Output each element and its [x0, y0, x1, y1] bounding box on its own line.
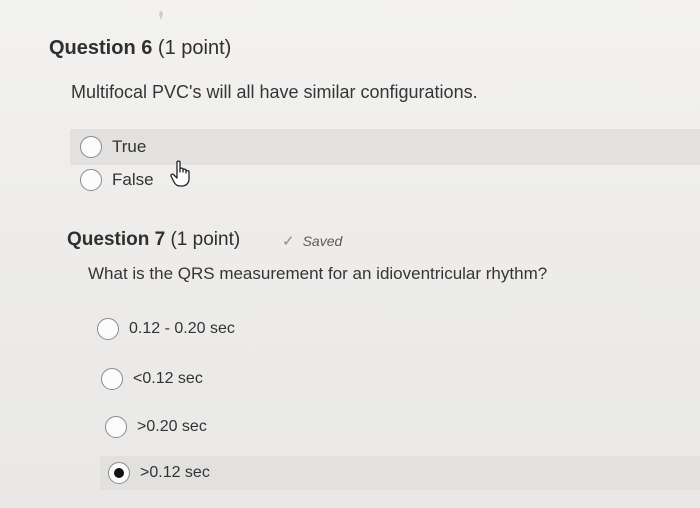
option-label: <0.12 sec	[133, 370, 203, 387]
speck-decoration	[159, 10, 163, 20]
radio-button[interactable]	[80, 169, 102, 191]
radio-button[interactable]	[101, 368, 123, 390]
radio-button[interactable]	[80, 136, 102, 158]
question-7-option-2[interactable]: <0.12 sec	[101, 366, 203, 392]
question-6-title: Question 6 (1 point)	[49, 37, 231, 60]
check-icon: ✓	[282, 233, 295, 250]
radio-button[interactable]	[105, 416, 127, 438]
option-label: >0.20 sec	[137, 418, 207, 435]
saved-indicator: ✓ Saved	[282, 232, 342, 250]
option-label: True	[112, 137, 147, 156]
radio-dot	[114, 468, 124, 478]
question-6-number: Question 6	[49, 37, 153, 59]
question-6-prompt: Multifocal PVC's will all have similar c…	[71, 82, 478, 102]
question-7-number: Question 7	[67, 229, 166, 250]
question-6-points: (1 point)	[157, 37, 232, 59]
quiz-page: Question 6 (1 point) Multifocal PVC's wi…	[0, 0, 700, 508]
option-label: >0.12 sec	[140, 464, 210, 481]
hand-pointer-icon	[170, 160, 190, 187]
question-7-option-4[interactable]: >0.12 sec	[100, 456, 700, 490]
question-7-option-1[interactable]: 0.12 - 0.20 sec	[97, 316, 235, 342]
question-6-option-true[interactable]: True	[70, 129, 700, 165]
question-7-prompt: What is the QRS measurement for an idiov…	[88, 264, 548, 283]
question-7-points: (1 point)	[170, 229, 241, 250]
radio-button[interactable]	[97, 318, 119, 340]
saved-label: Saved	[302, 233, 343, 249]
question-7-option-3[interactable]: >0.20 sec	[105, 414, 207, 440]
radio-button-selected[interactable]	[108, 462, 130, 484]
option-label: False	[112, 170, 154, 189]
question-6-option-false[interactable]: False	[80, 166, 154, 194]
question-7-title: Question 7 (1 point)	[67, 229, 240, 251]
option-label: 0.12 - 0.20 sec	[129, 320, 235, 337]
